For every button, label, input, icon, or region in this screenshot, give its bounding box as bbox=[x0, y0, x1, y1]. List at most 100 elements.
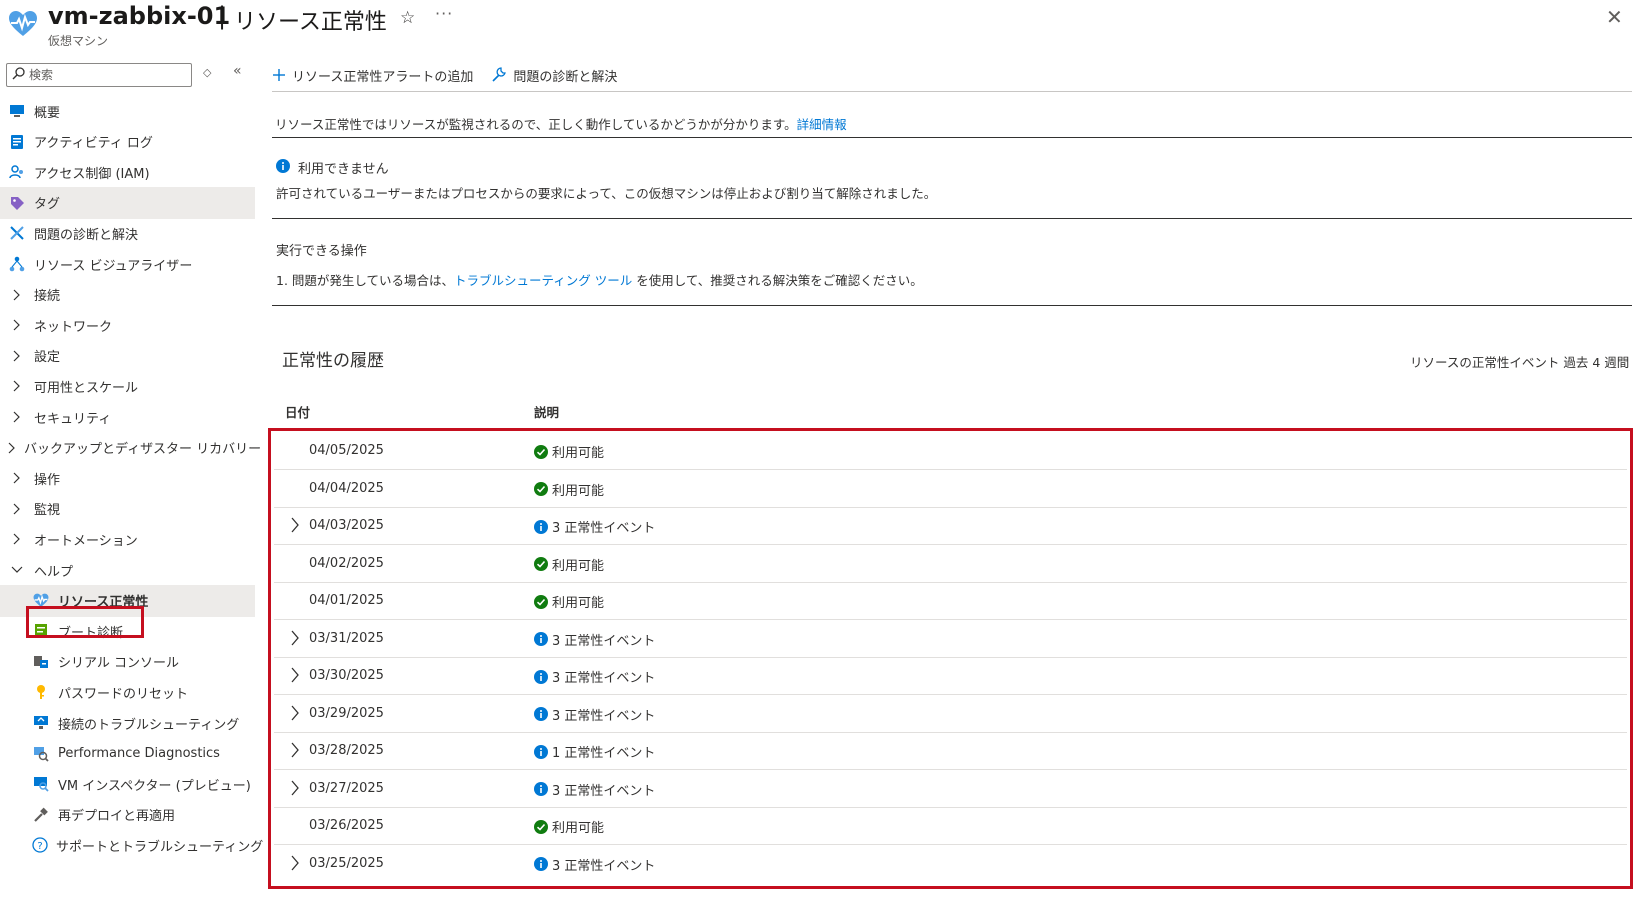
favorite-star-icon[interactable]: ☆ bbox=[400, 8, 415, 28]
sidebar-item-24[interactable]: ? サポートとトラブルシューティング bbox=[0, 829, 263, 861]
connection-troubleshoot-icon bbox=[32, 714, 50, 732]
sidebar-item-label: バックアップとディザスター リカバリー bbox=[24, 442, 262, 458]
sidebar-item-7[interactable]: ネットワーク bbox=[0, 309, 255, 341]
sort-icon[interactable]: ◇ bbox=[203, 66, 211, 79]
close-icon[interactable]: ✕ bbox=[1606, 5, 1623, 29]
sidebar-item-10[interactable]: セキュリティ bbox=[0, 401, 255, 433]
sidebar-item-12[interactable]: 操作 bbox=[0, 462, 255, 494]
sidebar-item-0[interactable]: 概要 bbox=[0, 95, 255, 127]
chevron-right-icon[interactable] bbox=[290, 517, 304, 533]
sidebar-item-label: 操作 bbox=[34, 472, 61, 488]
sidebar-item-3[interactable]: タグ bbox=[0, 186, 255, 219]
sidebar-item-label: タグ bbox=[34, 197, 61, 213]
diagnose-button[interactable]: 問題の診断と解決 bbox=[491, 66, 617, 85]
sidebar-item-1[interactable]: アクティビティ ログ bbox=[0, 126, 255, 158]
row-date: 03/31/2025 bbox=[309, 630, 384, 646]
table-row[interactable]: 03/30/2025 3 正常性イベント bbox=[274, 657, 1627, 695]
sidebar-item-18[interactable]: シリアル コンソール bbox=[0, 646, 255, 678]
row-date: 03/25/2025 bbox=[309, 855, 384, 871]
table-row: 04/04/2025 利用可能 bbox=[274, 470, 1627, 508]
row-description: 3 正常性イベント bbox=[534, 667, 655, 686]
sidebar-item-8[interactable]: 設定 bbox=[0, 340, 255, 372]
row-description: 利用可能 bbox=[534, 480, 604, 499]
action-suffix: を使用して、推奨される解決策をご確認ください。 bbox=[636, 273, 923, 288]
sidebar-item-19[interactable]: パスワードのリセット bbox=[0, 676, 255, 708]
sidebar-item-label: ヘルプ bbox=[34, 564, 74, 580]
info-icon bbox=[534, 519, 548, 534]
row-date: 03/27/2025 bbox=[309, 780, 384, 796]
info-icon bbox=[534, 632, 548, 646]
row-status-text: 3 正常性イベント bbox=[552, 671, 656, 686]
vm-inspector-icon bbox=[32, 775, 50, 793]
column-header-description[interactable]: 説明 bbox=[534, 402, 559, 421]
chevron-right-icon[interactable] bbox=[290, 630, 304, 646]
sidebar-item-14[interactable]: オートメーション bbox=[0, 523, 255, 555]
add-alert-button[interactable]: リソース正常性アラートの追加 bbox=[272, 66, 473, 85]
row-date: 04/05/2025 bbox=[309, 443, 384, 458]
row-status-text: 利用可能 bbox=[552, 483, 605, 499]
chevron-right-icon[interactable] bbox=[290, 667, 304, 683]
sidebar-item-6[interactable]: 接続 bbox=[0, 279, 255, 311]
diagnose-label: 問題の診断と解決 bbox=[513, 69, 618, 85]
learn-more-link[interactable]: 詳細情報 bbox=[797, 117, 847, 132]
chevron-right-icon[interactable] bbox=[290, 705, 304, 721]
sidebar-item-4[interactable]: 問題の診断と解決 bbox=[0, 217, 255, 249]
chevron-right-icon bbox=[8, 503, 26, 515]
table-row[interactable]: 03/25/2025 3 正常性イベント bbox=[274, 845, 1627, 883]
actions-title: 実行できる操作 bbox=[276, 244, 367, 259]
chevron-right-icon[interactable] bbox=[290, 780, 304, 796]
table-row: 03/26/2025 利用可能 bbox=[274, 807, 1627, 845]
diagnose-icon bbox=[8, 224, 26, 242]
table-row[interactable]: 03/31/2025 3 正常性イベント bbox=[274, 620, 1627, 658]
serial-console-icon bbox=[32, 653, 50, 671]
collapse-sidebar-icon[interactable]: « bbox=[233, 63, 242, 79]
table-row: 04/01/2025 利用可能 bbox=[274, 582, 1627, 620]
sidebar-item-label: 接続 bbox=[34, 289, 61, 305]
sidebar-item-label: アクセス制御 (IAM) bbox=[34, 166, 150, 182]
iam-icon bbox=[8, 163, 26, 181]
status-header: 利用できません bbox=[276, 158, 389, 177]
sidebar-item-5[interactable]: リソース ビジュアライザー bbox=[0, 248, 255, 280]
column-header-date[interactable]: 日付 bbox=[285, 402, 310, 421]
sidebar-item-15[interactable]: ヘルプ bbox=[0, 554, 255, 586]
check-circle-icon bbox=[534, 594, 548, 609]
chevron-right-icon bbox=[8, 380, 26, 392]
chevron-right-icon[interactable] bbox=[290, 742, 304, 758]
search-input[interactable] bbox=[29, 66, 187, 84]
sidebar-item-21[interactable]: Performance Diagnostics bbox=[0, 738, 255, 770]
chevron-right-icon bbox=[8, 442, 16, 454]
sidebar-item-11[interactable]: バックアップとディザスター リカバリー bbox=[0, 432, 261, 464]
table-row[interactable]: 04/03/2025 3 正常性イベント bbox=[274, 507, 1627, 545]
toolbar: リソース正常性アラートの追加 問題の診断と解決 bbox=[272, 62, 635, 88]
row-status-text: 3 正常性イベント bbox=[552, 783, 656, 799]
table-row[interactable]: 03/27/2025 3 正常性イベント bbox=[274, 770, 1627, 808]
row-date: 03/30/2025 bbox=[309, 668, 384, 683]
row-description: 1 正常性イベント bbox=[534, 742, 655, 761]
chevron-right-icon[interactable] bbox=[290, 855, 304, 871]
sidebar-item-label: VM インスペクター (プレビュー) bbox=[58, 778, 251, 794]
sidebar-item-2[interactable]: アクセス制御 (IAM) bbox=[0, 156, 255, 188]
row-description: 3 正常性イベント bbox=[534, 780, 655, 799]
overview-icon bbox=[8, 102, 26, 120]
row-status-text: 1 正常性イベント bbox=[552, 746, 656, 761]
table-row[interactable]: 03/29/2025 3 正常性イベント bbox=[274, 695, 1627, 733]
sidebar-item-label: サポートとトラブルシューティング bbox=[56, 839, 264, 855]
table-row: 04/05/2025 利用可能 bbox=[274, 432, 1627, 470]
status-description: 許可されているユーザーまたはプロセスからの要求によって、この仮想マシンは停止およ… bbox=[276, 186, 937, 201]
info-icon bbox=[534, 744, 548, 759]
sidebar-item-9[interactable]: 可用性とスケール bbox=[0, 370, 255, 402]
sidebar-item-label: リソース ビジュアライザー bbox=[34, 258, 193, 274]
row-date: 04/04/2025 bbox=[309, 480, 384, 496]
check-circle-icon bbox=[534, 557, 548, 571]
history-range: リソースの正常性イベント 過去 4 週間 bbox=[1410, 355, 1630, 370]
more-options-icon[interactable]: ··· bbox=[435, 4, 453, 23]
sidebar-item-20[interactable]: 接続のトラブルシューティング bbox=[0, 707, 255, 739]
troubleshoot-tool-link[interactable]: トラブルシューティング ツール bbox=[454, 273, 632, 288]
sidebar-item-13[interactable]: 監視 bbox=[0, 493, 255, 525]
sidebar-search[interactable] bbox=[6, 63, 192, 87]
resource-name: vm-zabbix-01 bbox=[48, 2, 231, 30]
sidebar-item-23[interactable]: 再デプロイと再適用 bbox=[0, 799, 255, 831]
table-row[interactable]: 03/28/2025 1 正常性イベント bbox=[274, 732, 1627, 770]
row-date: 04/03/2025 bbox=[309, 518, 384, 533]
sidebar-item-22[interactable]: VM インスペクター (プレビュー) bbox=[0, 768, 255, 800]
